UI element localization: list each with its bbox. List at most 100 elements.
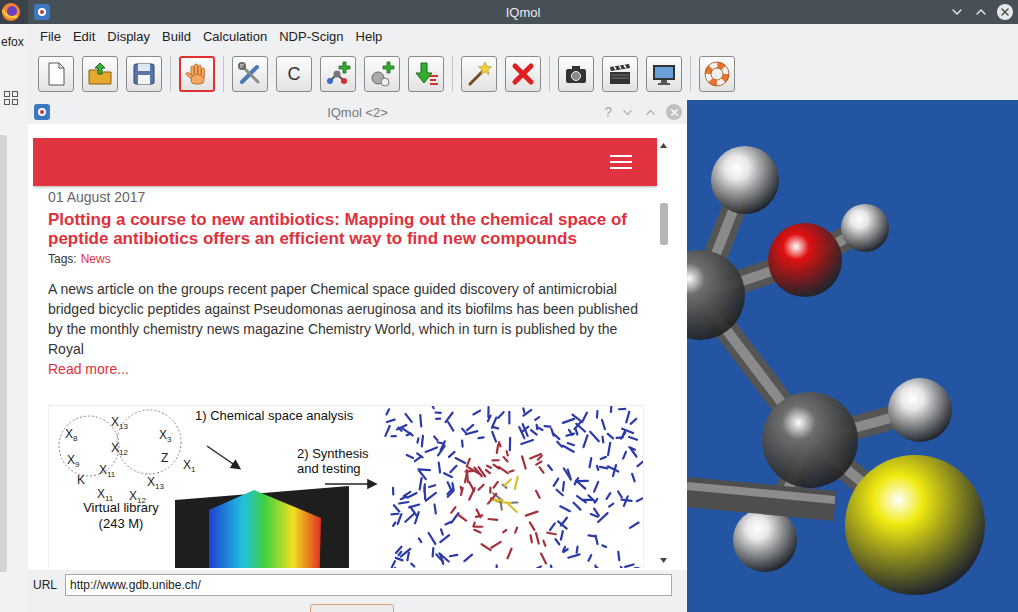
context-help-button[interactable]: ? [604,104,612,120]
magic-wand-icon [465,60,493,88]
tag-link[interactable]: News [81,252,111,266]
dialog-button[interactable] [310,604,394,612]
delete-icon [509,60,537,88]
molecule-viewer[interactable] [687,100,1018,612]
add-atom-button[interactable] [320,56,356,92]
chemical-space-plot [175,486,349,568]
help-window: IQmol <2>? 01 August 2017Plotting a cours… [28,100,687,612]
new-file-icon [42,60,70,88]
figure-graphic: X13X8X12X3X9ZX1X11KX13X11X121) Chemical … [49,406,643,568]
site-header [33,138,657,186]
ring-label: X13 [111,415,128,431]
ring-label: K [77,473,85,487]
delete-button[interactable] [505,56,541,92]
menu-item[interactable]: Calculation [197,29,273,44]
step-two-label: and testing [297,461,361,476]
article-figure: X13X8X12X3X9ZX1X11KX13X11X121) Chemical … [48,405,644,568]
molecule-view[interactable] [687,100,1018,612]
maximize-chevron-icon[interactable] [643,105,658,120]
article-summary: A news article on the groups recent pape… [48,279,642,359]
protein-structure [385,406,643,568]
bond [687,486,835,506]
hydrogen-atom[interactable] [888,378,952,442]
background-window: efox [0,0,28,612]
menu-item[interactable]: Help [350,29,389,44]
minimize-button[interactable] [408,56,444,92]
element-button[interactable]: C [276,56,312,92]
scroll-thumb[interactable] [660,203,668,245]
url-row: URL [28,570,687,600]
iqmol-logo-icon [33,3,51,21]
scroll-down-icon[interactable] [660,558,667,563]
hydrogen-atom[interactable] [733,508,797,572]
monitor-icon [650,60,678,88]
url-label: URL [33,578,57,592]
scroll-track[interactable] [660,150,668,556]
lifebuoy-icon [703,60,731,88]
hydrogen-atom[interactable] [841,204,889,252]
toolbar-separator [452,56,453,92]
close-button[interactable] [997,4,1013,20]
browser-view: 01 August 2017Plotting a course to new a… [28,124,687,570]
select-button[interactable] [179,56,215,92]
scrollbar[interactable] [657,138,670,568]
menu-item[interactable]: Display [101,29,156,44]
record-button[interactable] [602,56,638,92]
hamburger-menu-icon[interactable] [610,155,632,169]
camera-icon [562,60,590,88]
desktop: efox IQmol FileEditDisplayBuildCalculation… [0,0,1018,612]
oxygen-atom[interactable] [768,223,842,297]
maximize-chevron-icon[interactable] [973,4,989,20]
fullscreen-button[interactable] [646,56,682,92]
symmetrize-button[interactable] [461,56,497,92]
open-button[interactable] [82,56,118,92]
step-two-label: 2) Synthesis [297,446,369,461]
menu-item[interactable]: File [34,29,67,44]
sulfur-atom[interactable] [845,455,985,595]
title-bar: IQmol [28,0,1018,24]
menu-item[interactable]: NDP-Scign [273,29,349,44]
minimize-chevron-icon[interactable] [620,105,635,120]
url-field[interactable] [65,574,672,596]
ring-label: X11 [99,463,116,479]
article-title[interactable]: Plotting a course to new antibiotics: Ma… [48,210,642,248]
iqmol-logo-icon [33,103,51,121]
hydrogen-atom[interactable] [711,146,779,214]
save-button[interactable] [126,56,162,92]
toolbar-separator [223,56,224,92]
scroll-up-icon[interactable] [660,143,667,148]
carbon-atom[interactable] [762,392,858,488]
open-folder-icon [86,60,114,88]
menu-item[interactable]: Build [156,29,197,44]
new-button[interactable] [38,56,74,92]
menu-item[interactable]: Edit [67,29,101,44]
toolbar-group [558,56,682,92]
ring-label: X1 [183,458,196,474]
toolbar-group [699,56,735,92]
toolbar-group: C [232,56,444,92]
toolbar: C [28,48,1018,100]
toolbar-separator [549,56,550,92]
read-more-link[interactable]: Read more... [48,359,642,379]
menu-bar: FileEditDisplayBuildCalculationNDP-Scign… [28,24,1018,48]
build-button[interactable] [232,56,268,92]
carbon-atom[interactable] [687,250,745,340]
close-icon [999,6,1011,18]
close-button[interactable] [666,104,682,120]
minimize-chevron-icon[interactable] [949,4,965,20]
clapperboard-icon [606,60,634,88]
snapshot-button[interactable] [558,56,594,92]
window-title-peek: efox [0,35,28,49]
add-fragment-button[interactable] [364,56,400,92]
add-atom-icon [324,60,352,88]
library-label: Virtual library [83,500,159,515]
hand-icon [183,60,211,88]
firefox-icon[interactable] [1,2,21,22]
ring-label: X12 [111,441,128,457]
help-window-title: IQmol <2> [327,105,388,120]
grid-icon[interactable] [4,91,28,105]
toolbar-group [461,56,541,92]
window-title: IQmol [506,5,541,20]
help-button[interactable] [699,56,735,92]
ring-label: X8 [65,427,78,443]
